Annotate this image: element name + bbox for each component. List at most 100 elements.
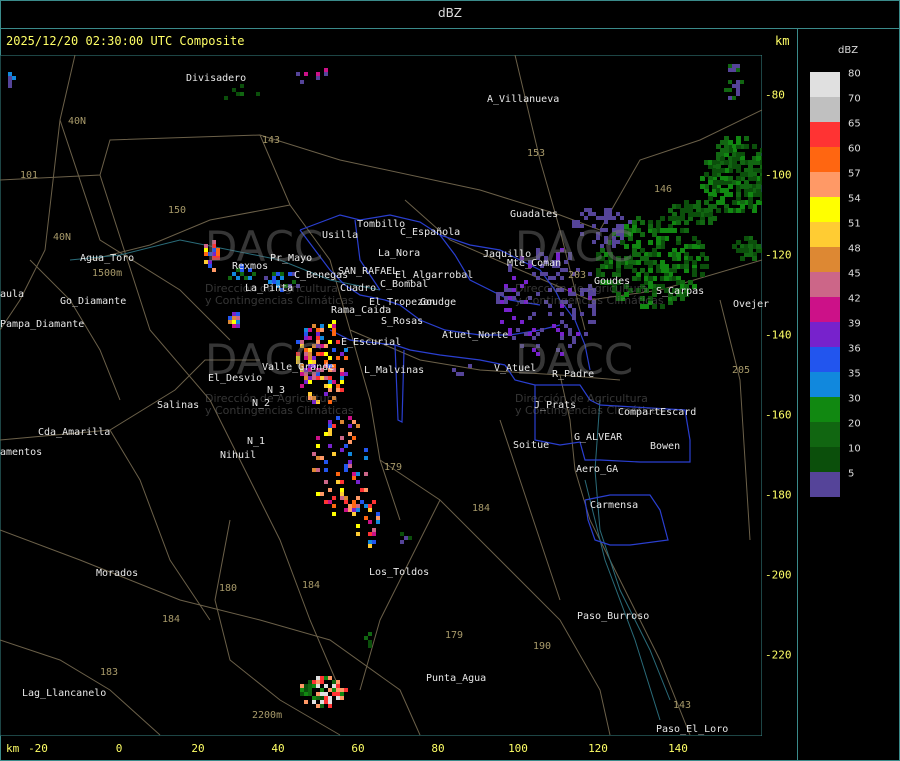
place-label: L_Malvinas: [364, 365, 425, 376]
echo-pixel: [456, 372, 460, 376]
echo-pixel: [288, 272, 292, 276]
legend-label: 60: [848, 143, 861, 155]
road-label: 143: [673, 700, 692, 711]
x-tick: 80: [431, 742, 445, 755]
echo-pixel: [368, 540, 372, 544]
echo-pixel: [332, 324, 336, 328]
echo-pixel: [312, 452, 316, 456]
echo-pixel: [328, 424, 332, 428]
echo-pixel: [328, 432, 332, 436]
legend-color-bar: [810, 72, 840, 497]
echo-pixel: [368, 532, 372, 536]
echo-pixel: [660, 216, 665, 221]
echo-pixel: [636, 260, 641, 265]
echo-pixel: [728, 96, 732, 100]
echo-pixel: [324, 684, 328, 688]
place-label: Pampa_Diamante: [0, 319, 85, 330]
place-label: G_ALVEAR: [574, 432, 623, 443]
place-label: Agua_Toro: [80, 253, 135, 264]
echo-pixel: [320, 676, 324, 680]
echo-pixel: [704, 264, 709, 269]
echo-pixel: [736, 88, 740, 92]
echo-pixel: [760, 196, 762, 201]
echo-pixel: [316, 72, 320, 76]
echo-pixel: [316, 436, 320, 440]
legend-swatch: [810, 422, 840, 447]
place-label: N_3: [267, 385, 286, 396]
echo-pixel: [276, 272, 280, 276]
echo-pixel: [736, 248, 741, 253]
legend-label: 36: [848, 343, 861, 355]
echo-pixel: [272, 272, 276, 276]
echo-pixel: [748, 200, 753, 205]
y-tick: -100: [765, 168, 792, 182]
echo-pixel: [296, 72, 300, 76]
echo-pixel: [740, 172, 745, 177]
echo-pixel: [300, 80, 304, 84]
echo-pixel: [320, 492, 324, 496]
x-tick: 140: [668, 742, 688, 755]
echo-pixel: [332, 684, 336, 688]
road-label: 150: [168, 205, 187, 216]
echo-pixel: [652, 232, 657, 237]
place-label: Punta_Agua: [426, 673, 487, 684]
road-label: 40N: [53, 232, 72, 243]
place-label: C_Española: [400, 227, 461, 238]
echo-pixel: [316, 676, 320, 680]
place-label: Salinas: [157, 400, 200, 411]
echo-pixel: [700, 272, 705, 277]
echo-pixel: [328, 324, 332, 328]
echo-pixel: [304, 684, 308, 688]
echo-pixel: [320, 456, 324, 460]
echo-pixel: [676, 252, 681, 257]
road-label: 143: [262, 135, 281, 146]
echo-pixel: [236, 312, 240, 316]
echo-pixel: [316, 76, 320, 80]
echo-pixel: [8, 72, 12, 76]
echo-pixel: [612, 216, 616, 220]
y-tick: -180: [765, 488, 792, 502]
echo-pixel: [336, 480, 340, 484]
echo-pixel: [356, 532, 360, 536]
echo-pixel: [368, 520, 372, 524]
echo-pixel: [316, 468, 320, 472]
echo-pixel: [328, 500, 332, 504]
echo-pixel: [336, 472, 340, 476]
legend-swatch: [810, 222, 840, 247]
echo-pixel: [704, 172, 709, 177]
echo-pixel: [336, 356, 340, 360]
echo-pixel: [736, 192, 741, 197]
echo-pixel: [344, 508, 348, 512]
echo-pixel: [304, 72, 308, 76]
echo-pixel: [692, 268, 697, 273]
echo-pixel: [308, 680, 312, 684]
echo-pixel: [540, 328, 544, 332]
unit-label-bottom: km: [6, 742, 20, 755]
legend-label: 10: [848, 443, 861, 455]
echo-pixel: [316, 456, 320, 460]
echo-pixel: [728, 176, 733, 181]
echo-pixel: [496, 292, 500, 296]
echo-pixel: [668, 228, 673, 233]
echo-pixel: [680, 212, 685, 217]
echo-pixel: [340, 696, 344, 700]
echo-pixel: [356, 504, 360, 508]
echo-pixel: [496, 296, 500, 300]
title-bar: dBZ: [0, 0, 900, 29]
echo-pixel: [228, 276, 232, 280]
echo-pixel: [344, 444, 348, 448]
echo-pixel: [312, 680, 316, 684]
echo-pixel: [508, 296, 512, 300]
echo-pixel: [232, 312, 236, 316]
place-label: Atuel_Norte: [442, 330, 509, 341]
echo-pixel: [320, 688, 324, 692]
echo-pixel: [336, 384, 340, 388]
legend-label: 30: [848, 393, 861, 405]
echo-pixel: [352, 504, 356, 508]
echo-pixel: [340, 380, 344, 384]
place-label: A_Villanueva: [487, 94, 560, 105]
echo-pixel: [344, 348, 348, 352]
echo-pixel: [240, 272, 244, 276]
echo-pixel: [712, 172, 717, 177]
echo-pixel: [320, 692, 324, 696]
